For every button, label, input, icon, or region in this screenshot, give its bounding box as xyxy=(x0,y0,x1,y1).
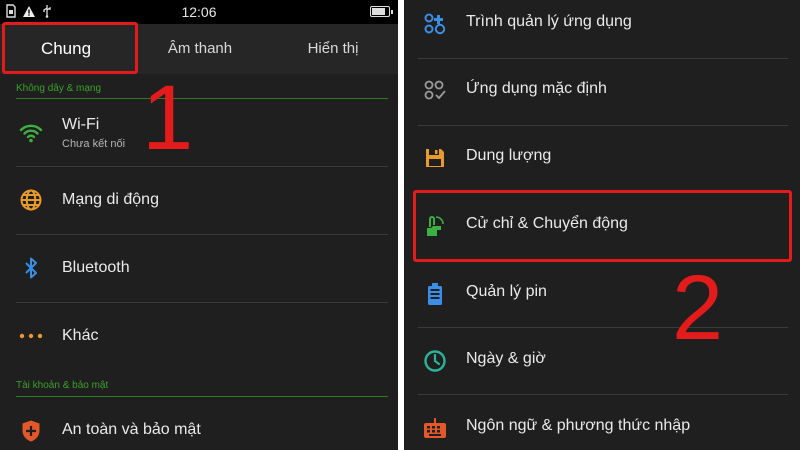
wifi-status: Chưa kết nối xyxy=(62,138,126,150)
right-screen: Trình quản lý ứng dụng Ứng dụng mặc định… xyxy=(404,0,800,450)
gesture-icon xyxy=(422,213,448,239)
tab-display[interactable]: Hiển thị xyxy=(268,24,398,74)
mobile-network-label: Mạng di động xyxy=(62,191,159,208)
storage-label: Dung lượng xyxy=(466,147,552,164)
more-dots-icon xyxy=(18,323,44,349)
left-screen: 12:06 Chung Âm thanh Hiển thị Không dây … xyxy=(0,0,398,450)
setting-bluetooth[interactable]: Bluetooth xyxy=(0,235,398,302)
default-apps-icon xyxy=(422,78,448,104)
status-bar: 12:06 xyxy=(0,0,398,24)
setting-security[interactable]: An toàn và bảo mật xyxy=(0,400,398,450)
setting-mobile-network[interactable]: Mạng di động xyxy=(0,167,398,234)
section-wireless-label: Không dây & mạng xyxy=(16,83,102,94)
wifi-icon xyxy=(18,120,44,146)
battery-manager-label: Quản lý pin xyxy=(466,283,547,300)
status-time: 12:06 xyxy=(181,4,217,20)
bluetooth-label: Bluetooth xyxy=(62,259,130,276)
section-accounts-label: Tài khoản & bảo mật xyxy=(16,380,109,391)
default-apps-label: Ứng dụng mặc định xyxy=(466,80,607,97)
bluetooth-icon xyxy=(18,255,44,281)
step-number-2: 2 xyxy=(672,257,724,359)
gestures-label: Cử chỉ & Chuyển động xyxy=(466,215,628,232)
setting-battery-manager[interactable]: Quản lý pin xyxy=(404,261,800,327)
shield-icon xyxy=(18,418,44,444)
app-manager-icon xyxy=(422,11,448,37)
globe-icon xyxy=(18,187,44,213)
setting-more[interactable]: Khác xyxy=(0,303,398,370)
app-manager-label: Trình quản lý ứng dụng xyxy=(466,13,632,30)
tab-general[interactable]: Chung xyxy=(0,24,132,74)
language-input-label: Ngôn ngữ & phương thức nhập xyxy=(466,417,691,434)
setting-language-input[interactable]: Ngôn ngữ & phương thức nhập xyxy=(404,395,800,450)
setting-gestures[interactable]: Cử chỉ & Chuyển động xyxy=(404,193,800,259)
wifi-label: Wi-Fi xyxy=(62,116,100,133)
date-time-label: Ngày & giờ xyxy=(466,350,546,367)
storage-icon xyxy=(422,145,448,171)
step-number-1: 1 xyxy=(142,67,194,169)
more-label: Khác xyxy=(62,327,99,344)
section-divider xyxy=(16,98,388,99)
setting-default-apps[interactable]: Ứng dụng mặc định xyxy=(404,58,800,124)
setting-date-time[interactable]: Ngày & giờ xyxy=(404,328,800,394)
battery-indicator-icon xyxy=(370,6,393,17)
setting-wifi[interactable]: Wi-Fi Chưa kết nối xyxy=(0,100,398,166)
settings-tabs: Chung Âm thanh Hiển thị xyxy=(0,24,398,74)
setting-storage[interactable]: Dung lượng xyxy=(404,125,800,191)
security-label: An toàn và bảo mật xyxy=(62,421,201,438)
keyboard-icon xyxy=(422,415,448,441)
battery-icon xyxy=(422,281,448,307)
setting-app-manager[interactable]: Trình quản lý ứng dụng xyxy=(404,0,800,57)
section-divider xyxy=(16,396,388,397)
clock-icon xyxy=(422,348,448,374)
